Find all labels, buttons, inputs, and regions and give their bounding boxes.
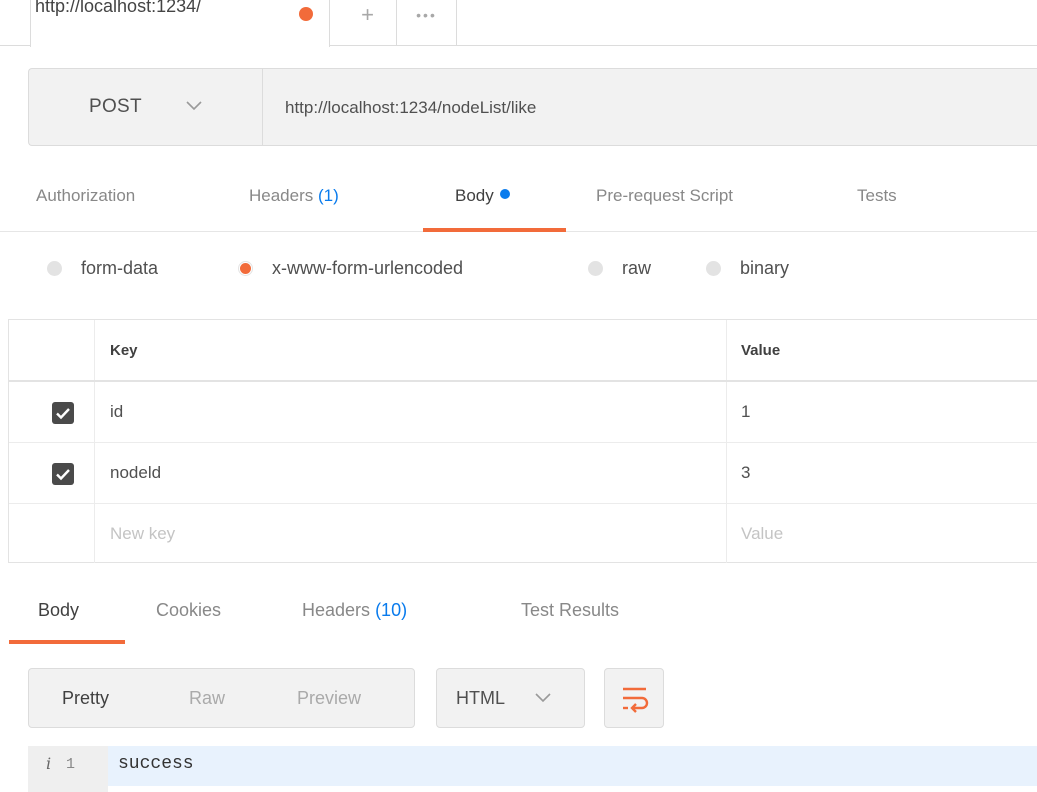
info-icon: i [46,754,52,773]
tab-label: Cookies [156,600,222,620]
pretty-button[interactable]: Pretty [62,688,109,709]
request-url-bar: POST http://localhost:1234/nodeList/like [28,68,1037,146]
wrap-lines-icon [623,687,649,713]
radio-circle [588,261,603,276]
response-tab-body[interactable]: Body [38,600,79,621]
response-tab-test-results[interactable]: Test Results [521,600,619,621]
preview-button[interactable]: Preview [297,688,361,709]
key-field[interactable]: id [110,402,123,422]
column-header-key: Key [110,342,138,359]
tab-label: Tests [857,186,897,205]
column-divider [94,382,95,442]
tab-headers[interactable]: Headers (1) [249,186,339,206]
radio-circle [47,261,62,276]
radio-label: x-www-form-urlencoded [272,258,464,278]
radio-label: form-data [81,258,159,278]
table-row-new: New key Value [9,504,1037,563]
column-divider [94,504,95,563]
new-value-input[interactable]: Value [741,524,783,544]
response-body-text[interactable]: success [118,754,194,774]
radio-label: raw [622,258,652,278]
tab-authorization[interactable]: Authorization [36,186,135,206]
radio-circle [706,261,721,276]
view-mode-group: Pretty Raw Preview [28,668,415,728]
raw-button[interactable]: Raw [189,688,225,709]
column-divider [94,320,95,380]
column-divider [726,320,727,380]
value-field[interactable]: 3 [741,463,750,483]
unsaved-indicator-icon [299,7,313,21]
table-row: id 1 [9,382,1037,443]
method-select[interactable]: POST [29,69,263,145]
tab-label: Body [455,186,494,205]
radio-circle-selected [238,261,253,276]
row-enabled-checkbox[interactable] [52,463,74,485]
tab-label: Headers [302,600,371,620]
tab-label: Headers [249,186,314,205]
tab-pre-request-script[interactable]: Pre-request Script [596,186,733,206]
tab-label: Test Results [521,600,620,620]
request-tab[interactable]: http://localhost:1234/ [30,0,330,47]
value-field[interactable]: 1 [741,402,750,422]
headers-count: (1) [318,186,339,205]
params-table: Key Value id 1 nodeld 3 New key Value [8,319,1037,563]
column-divider [94,443,95,503]
new-key-input[interactable]: New key [110,524,175,544]
checkmark-icon [56,469,70,481]
chevron-down-icon [186,101,202,111]
table-row: nodeld 3 [9,443,1037,504]
column-divider [726,382,727,442]
headers-count: (10) [375,600,408,620]
format-select[interactable]: HTML [436,668,585,728]
active-tab-indicator [423,228,566,232]
table-header-row: Key Value [9,320,1037,382]
checkmark-icon [56,408,70,420]
response-tab-cookies[interactable]: Cookies [156,600,221,621]
request-tab-bar: http://localhost:1234/ + ••• [0,0,1037,47]
chevron-down-icon [535,693,551,703]
format-label: HTML [456,688,505,708]
response-tab-headers[interactable]: Headers (10) [302,600,407,621]
new-tab-button[interactable]: + [339,0,397,46]
column-divider [726,443,727,503]
modified-dot-icon [499,189,510,199]
request-tab-label: http://localhost:1234/ [35,0,202,16]
tab-label: Authorization [36,186,136,205]
tab-options-button[interactable]: ••• [397,0,457,46]
code-line-highlight [108,746,1037,786]
radio-label: binary [740,258,790,278]
method-label: POST [89,96,142,117]
column-header-value: Value [741,342,781,359]
active-response-tab-indicator [9,640,125,644]
line-number: 1 [66,756,76,773]
tab-body[interactable]: Body [455,186,510,206]
tab-label: Pre-request Script [596,186,733,205]
url-input[interactable]: http://localhost:1234/nodeList/like [285,98,536,118]
wrap-lines-button[interactable] [604,668,664,728]
row-enabled-checkbox[interactable] [52,402,74,424]
key-field[interactable]: nodeld [110,463,161,483]
response-tabs: Body Cookies Headers (10) Test Results [0,586,1037,644]
tab-label: Body [38,600,80,620]
column-divider [726,504,727,563]
tab-tests[interactable]: Tests [857,186,897,206]
request-tabs: Authorization Headers (1) Body Pre-reque… [0,166,1037,232]
